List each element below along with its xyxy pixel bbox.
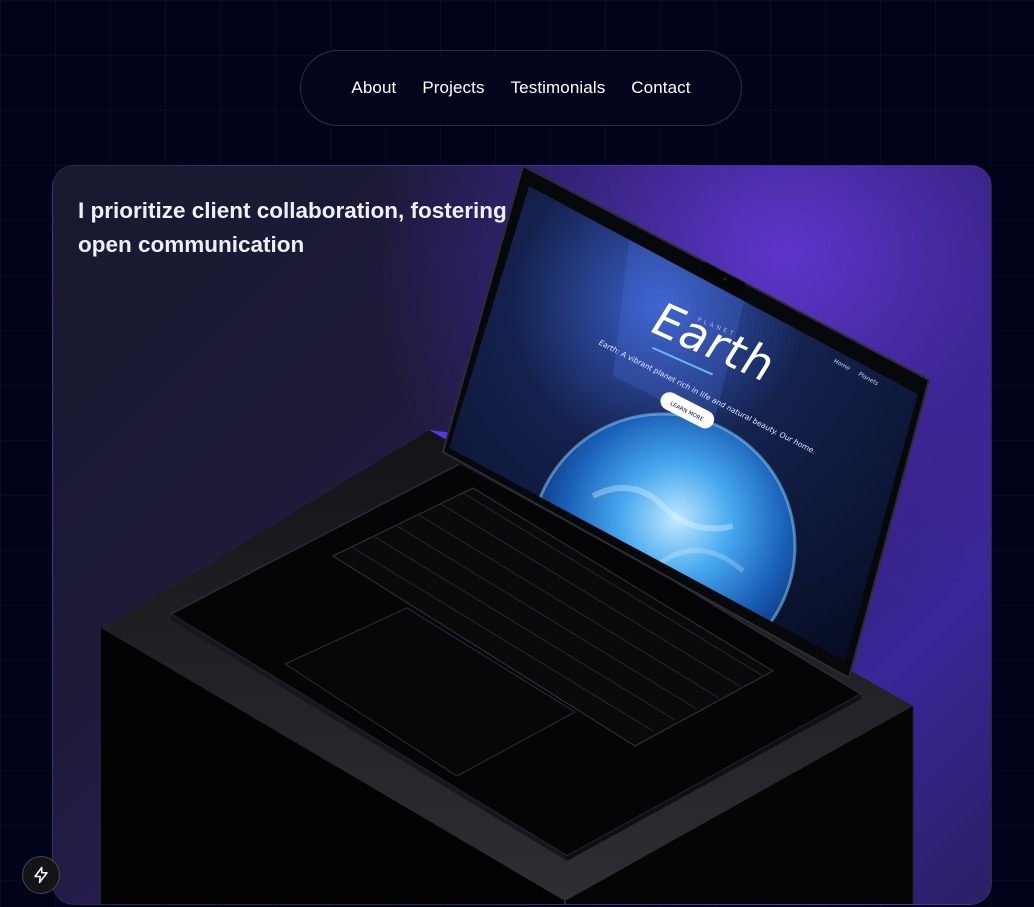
top-nav: About Projects Testimonials Contact [300, 50, 742, 126]
collaboration-card: I prioritize client collaboration, foste… [52, 165, 992, 905]
page: About Projects Testimonials Contact I pr… [0, 0, 1034, 907]
lightning-button[interactable] [22, 856, 60, 894]
nav-link-testimonials[interactable]: Testimonials [511, 78, 606, 98]
lightning-bolt-icon [34, 866, 48, 884]
camera-icon [723, 277, 727, 281]
nav-link-contact[interactable]: Contact [631, 78, 690, 98]
nav-link-about[interactable]: About [351, 78, 396, 98]
card-headline: I prioritize client collaboration, foste… [78, 198, 507, 257]
nav-link-projects[interactable]: Projects [422, 78, 484, 98]
laptop-illustration: SpaceSystem Home Planets PLANET Earth Ea… [101, 166, 931, 904]
